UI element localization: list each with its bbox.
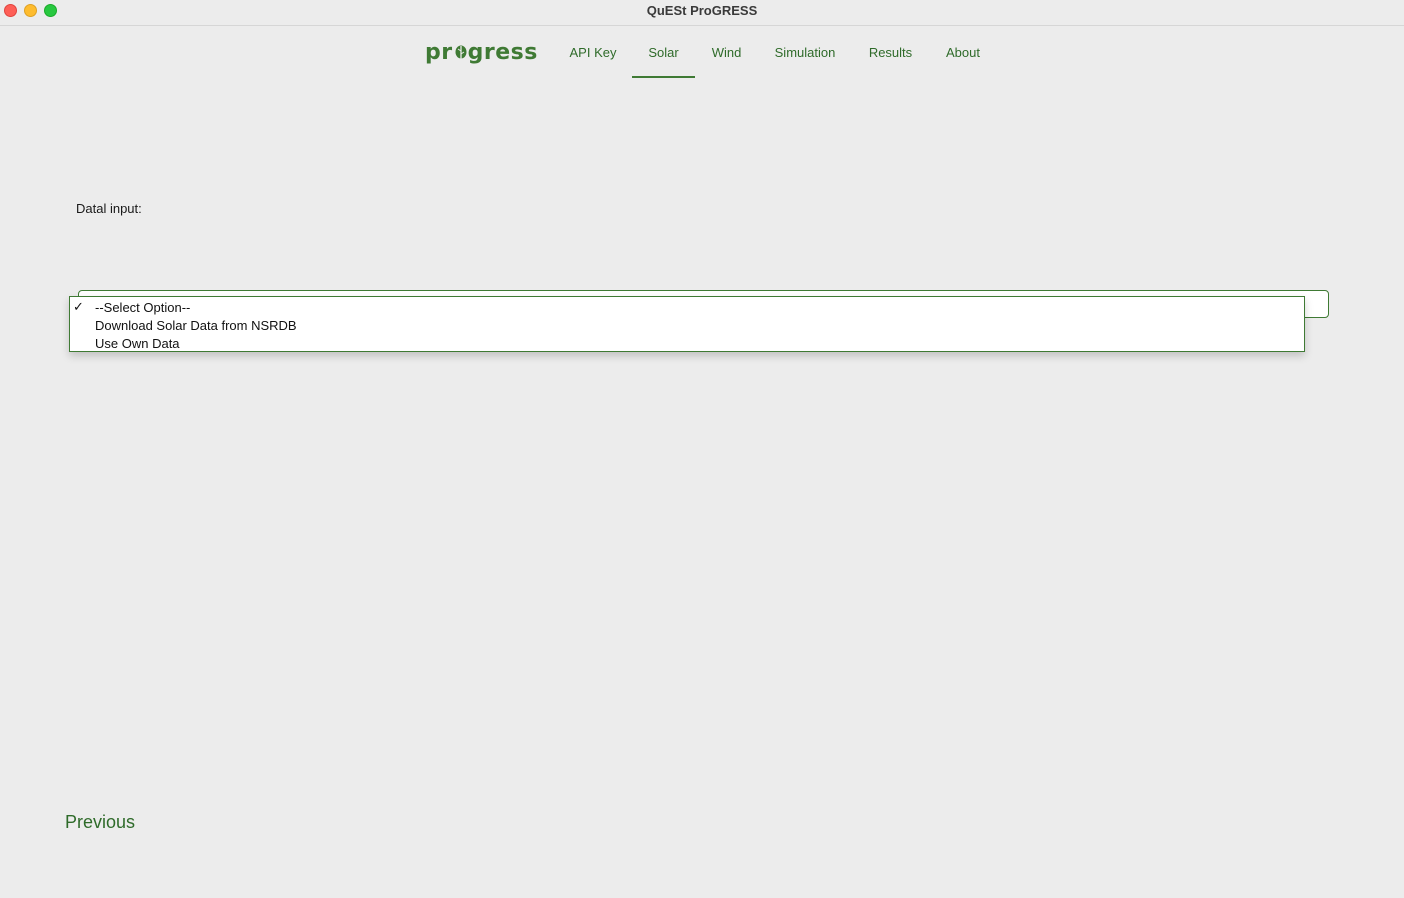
tab-results[interactable]: Results xyxy=(861,26,920,76)
data-input-dropdown-menu: ✓ --Select Option-- Download Solar Data … xyxy=(69,296,1305,352)
window-title: QuESt ProGRESS xyxy=(646,3,758,18)
previous-button[interactable]: Previous xyxy=(65,812,135,833)
logo-text-right: gress xyxy=(467,39,538,65)
data-input-label: Datal input: xyxy=(76,201,142,216)
tab-simulation[interactable]: Simulation xyxy=(766,26,844,76)
title-bar: QuESt ProGRESS xyxy=(0,0,1404,26)
progress-logo: pr gress xyxy=(425,38,538,66)
app-window: QuESt ProGRESS pr gress API Key Solar Wi… xyxy=(0,0,1404,898)
option-label: Use Own Data xyxy=(95,336,180,351)
tab-api-key[interactable]: API Key xyxy=(562,26,624,76)
dropdown-option-download-nsrdb[interactable]: Download Solar Data from NSRDB xyxy=(70,316,1304,334)
tab-solar[interactable]: Solar xyxy=(632,26,695,78)
option-label: Download Solar Data from NSRDB xyxy=(95,318,297,333)
top-nav: pr gress API Key Solar Wind Simulation R… xyxy=(0,26,1404,78)
tab-wind[interactable]: Wind xyxy=(704,26,749,76)
logo-text-left: pr xyxy=(425,39,453,65)
leaf-icon xyxy=(455,45,467,61)
dropdown-option-select-option[interactable]: ✓ --Select Option-- xyxy=(70,298,1304,316)
dropdown-option-use-own-data[interactable]: Use Own Data xyxy=(70,334,1304,352)
checkmark-icon: ✓ xyxy=(73,299,84,314)
tab-about[interactable]: About xyxy=(937,26,989,76)
option-label: --Select Option-- xyxy=(95,300,191,315)
